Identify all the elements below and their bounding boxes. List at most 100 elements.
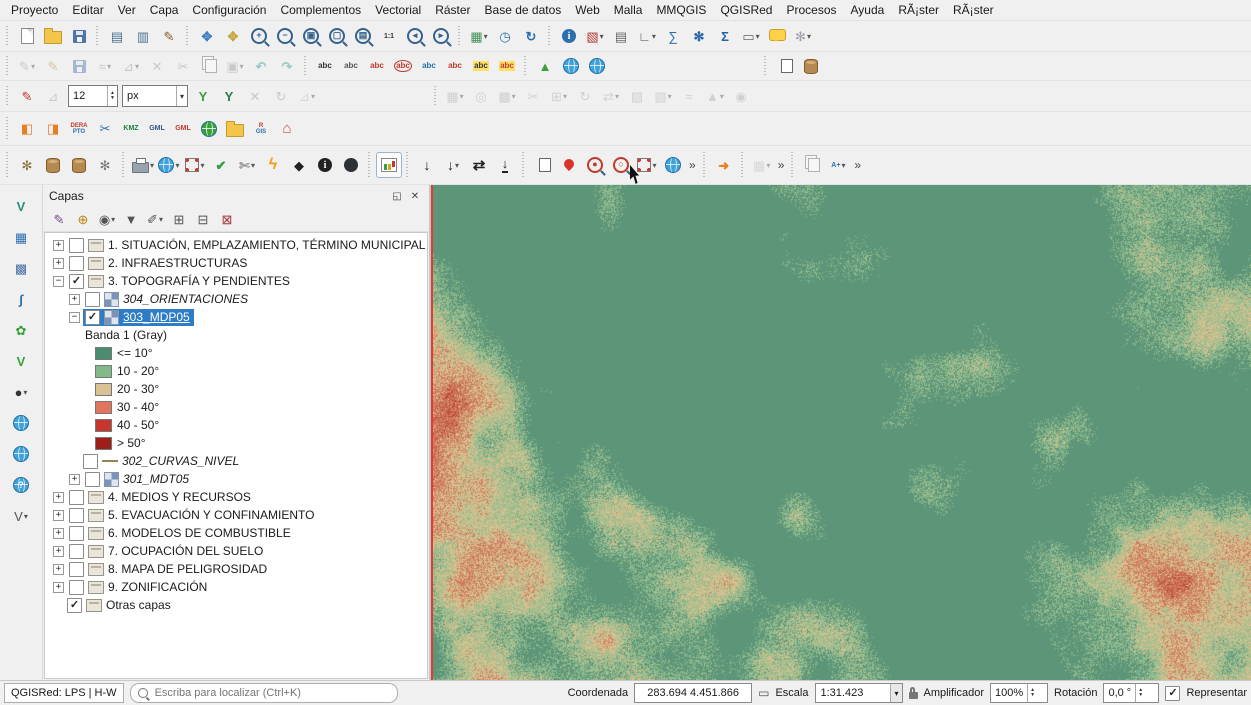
layer-checkbox[interactable] <box>69 580 84 595</box>
layer-clipper[interactable]: ✂ <box>93 117 117 141</box>
layer-checkbox[interactable] <box>69 526 84 541</box>
coordinate-extents-toggle-icon[interactable]: ▭ <box>758 687 769 699</box>
zoom-area-red[interactable]: ○ <box>609 153 633 177</box>
disabled-grid-tool[interactable]: ▦▾ <box>750 153 774 177</box>
toolbar-grip[interactable] <box>790 152 796 179</box>
toolbar-grip[interactable] <box>521 152 527 179</box>
menu-procesos[interactable]: Procesos <box>779 1 843 19</box>
options-dropdown[interactable]: ✻▾ <box>791 24 815 48</box>
globe-tool-1[interactable] <box>7 410 35 436</box>
data-database-barrel[interactable] <box>67 153 91 177</box>
layer-item[interactable]: +8. MAPA DE PELIGROSIDAD <box>45 560 427 578</box>
expander-icon[interactable]: + <box>53 510 64 521</box>
dropdown-arrow-icon[interactable]: ▾ <box>200 161 204 170</box>
zoom-out[interactable]: − <box>273 24 297 48</box>
toolbar-grip[interactable] <box>740 152 746 179</box>
coordinate-input[interactable]: 283.694 4.451.866 <box>634 683 752 703</box>
dropdown-arrow-icon[interactable]: ▾ <box>23 388 27 397</box>
font-size-spinbox[interactable]: 12▲▼ <box>68 85 118 107</box>
menu-r-ster[interactable]: RÃ¡ster <box>946 1 1001 19</box>
temporal-controller[interactable]: ◷ <box>493 24 517 48</box>
save-project[interactable] <box>67 24 91 48</box>
layer-checkbox[interactable] <box>83 454 98 469</box>
geometry-tools[interactable]: ✄▾ <box>235 153 259 177</box>
sphere-tool[interactable]: ●▾ <box>7 379 35 405</box>
expander-icon[interactable]: + <box>53 546 64 557</box>
zoom-point-red[interactable]: ● <box>583 153 607 177</box>
serval-tool-left[interactable]: ◧ <box>15 117 39 141</box>
open-layer-styling[interactable]: ✎ <box>48 209 70 229</box>
warp-raster[interactable]: ↻ <box>573 84 597 108</box>
dem-analysis[interactable]: ▲▾ <box>703 84 727 108</box>
annotation-tool[interactable]: ✎ <box>15 84 39 108</box>
highlight-labels[interactable]: abc <box>469 54 493 78</box>
layer-checkbox[interactable] <box>69 256 84 271</box>
dropdown-arrow-icon[interactable]: ▾ <box>455 161 459 170</box>
rotation-spinner[interactable]: 0,0 ° ▲▼ <box>1103 683 1159 703</box>
expander-icon[interactable]: + <box>53 564 64 575</box>
home-range-plugin[interactable]: ⌂ <box>275 117 299 141</box>
menu-vectorial[interactable]: Vectorial <box>368 1 428 19</box>
curve-tool[interactable]: ∫ <box>7 286 35 312</box>
map-tips[interactable] <box>765 24 789 48</box>
web-globe[interactable] <box>661 153 685 177</box>
layer-checkbox[interactable] <box>69 238 84 253</box>
toolbar-overflow[interactable]: » <box>778 158 785 172</box>
ink-drop[interactable]: ◆ <box>287 153 311 177</box>
menu-mmqgis[interactable]: MMQGIS <box>649 1 713 19</box>
zoom-to-layer[interactable]: ▤ <box>351 24 375 48</box>
dropdown-arrow-icon[interactable]: ▾ <box>107 62 111 71</box>
move-label[interactable]: abc <box>495 54 519 78</box>
layer-checkbox[interactable] <box>85 310 100 325</box>
validate-check[interactable]: ✔ <box>209 153 233 177</box>
magnifier-spinner[interactable]: 100% ▲▼ <box>990 683 1048 703</box>
dropdown-arrow-icon[interactable]: ▾ <box>31 62 35 71</box>
digitize-region[interactable]: ▾ <box>183 153 207 177</box>
spin-down-icon[interactable]: ▼ <box>1028 693 1037 698</box>
layer-labeling-options[interactable]: abc <box>313 54 337 78</box>
measure-line[interactable]: ∟▾ <box>635 24 659 48</box>
dropdown-arrow-icon[interactable]: ▾ <box>150 161 154 170</box>
layer-item[interactable]: +7. OCUPACIÓN DEL SUELO <box>45 542 427 560</box>
identify-features[interactable]: i <box>557 24 581 48</box>
select-extent[interactable]: ▾ <box>635 153 659 177</box>
metasearch-settings[interactable] <box>585 54 609 78</box>
pin-labels[interactable]: abc <box>443 54 467 78</box>
filter-legend[interactable]: ▼ <box>120 209 142 229</box>
toggle-editing[interactable]: ✎ <box>41 54 65 78</box>
select-features[interactable]: ▧▾ <box>583 24 607 48</box>
dropdown-arrow-icon[interactable]: ▾ <box>484 32 488 41</box>
gml-loader[interactable]: GML <box>171 117 195 141</box>
layer-diagram-options[interactable]: abc <box>339 54 363 78</box>
expander-icon[interactable]: + <box>53 258 64 269</box>
dropdown-arrow-icon[interactable]: ▾ <box>159 215 163 224</box>
dropdown-arrow-icon[interactable]: ▾ <box>311 92 315 101</box>
dera-pto-plugin[interactable]: DERAPTO <box>67 117 91 141</box>
metasearch-catalog[interactable] <box>559 54 583 78</box>
raster-calculator[interactable]: ▩▾ <box>495 84 519 108</box>
toolbar-grip[interactable] <box>5 26 11 47</box>
float-panel-icon[interactable]: ◱ <box>389 188 405 204</box>
layer-item[interactable]: +304_ORIENTACIONES <box>45 290 427 308</box>
sum-statistics[interactable]: Σ <box>713 24 737 48</box>
rasterize-vector[interactable]: ▨▾ <box>651 84 675 108</box>
callout-tool[interactable]: Y <box>191 84 215 108</box>
inspire-globe[interactable] <box>197 117 221 141</box>
toolbar-grip[interactable] <box>5 152 11 179</box>
lock-scale-icon[interactable] <box>909 692 918 699</box>
callout-tool-alt[interactable]: Y <box>217 84 241 108</box>
layer-checkbox[interactable] <box>69 562 84 577</box>
serval-tool-right[interactable]: ◨ <box>41 117 65 141</box>
menu-ver[interactable]: Ver <box>111 1 143 19</box>
dropdown-arrow-icon[interactable]: ▾ <box>111 215 115 224</box>
merge-raster[interactable]: ⊞▾ <box>547 84 571 108</box>
close-panel-icon[interactable]: ✕ <box>407 188 423 204</box>
dropdown-arrow-icon[interactable]: ▾ <box>615 92 619 101</box>
vertex-tool[interactable]: ⊿▾ <box>119 54 143 78</box>
expander-icon[interactable]: + <box>69 474 80 485</box>
layer-checkbox[interactable] <box>69 544 84 559</box>
legend-class[interactable]: 30 - 40° <box>45 398 427 416</box>
layer-item[interactable]: +9. ZONIFICACIÓN <box>45 578 427 596</box>
expander-icon[interactable]: + <box>53 240 64 251</box>
toolbar-grip[interactable] <box>763 56 769 76</box>
